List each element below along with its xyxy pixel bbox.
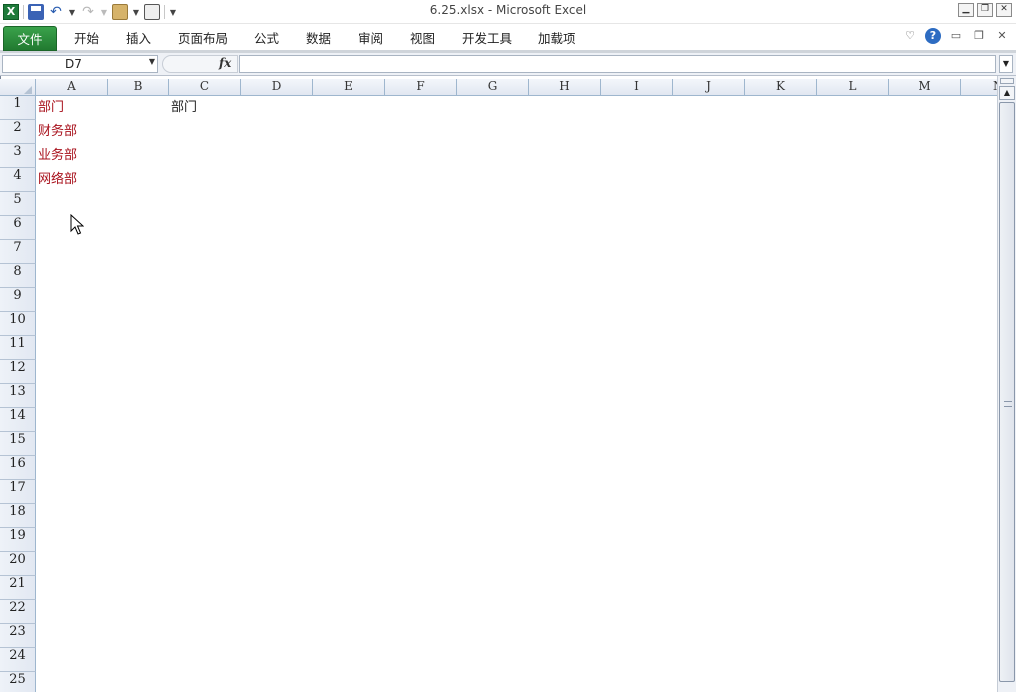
window-title: 6.25.xlsx - Microsoft Excel bbox=[429, 3, 587, 17]
window-controls: ▁ ❐ ✕ bbox=[958, 3, 1012, 17]
row-header[interactable]: 13 bbox=[0, 384, 36, 408]
tab-file[interactable]: 文件 bbox=[3, 26, 57, 51]
column-header-k[interactable]: K bbox=[745, 79, 817, 96]
row-header[interactable]: 23 bbox=[0, 624, 36, 648]
formula-input[interactable] bbox=[239, 55, 996, 73]
workbook-close-icon[interactable]: ✕ bbox=[994, 28, 1010, 44]
row-header[interactable]: 5 bbox=[0, 192, 36, 216]
name-box-dropdown-icon[interactable]: ▼ bbox=[149, 57, 155, 66]
scroll-up-icon[interactable]: ▲ bbox=[999, 86, 1015, 100]
tab-developer[interactable]: 开发工具 bbox=[456, 26, 518, 51]
tab-insert[interactable]: 插入 bbox=[120, 26, 157, 51]
cell-a3[interactable]: 业务部 bbox=[36, 144, 77, 168]
tab-view[interactable]: 视图 bbox=[404, 26, 441, 51]
column-header-d[interactable]: D bbox=[241, 79, 313, 96]
cell-a4[interactable]: 网络部 bbox=[36, 168, 77, 192]
column-header-c[interactable]: C bbox=[169, 79, 241, 96]
row-header[interactable]: 11 bbox=[0, 336, 36, 360]
column-header-e[interactable]: E bbox=[313, 79, 385, 96]
row-header[interactable]: 21 bbox=[0, 576, 36, 600]
split-box[interactable] bbox=[1000, 78, 1014, 84]
ribbon-right-controls: ♡ ? ▭ ❐ ✕ bbox=[902, 28, 1010, 44]
row-header[interactable]: 19 bbox=[0, 528, 36, 552]
tab-home[interactable]: 开始 bbox=[68, 26, 105, 51]
row-header[interactable]: 22 bbox=[0, 600, 36, 624]
tab-data[interactable]: 数据 bbox=[300, 26, 337, 51]
column-header-l[interactable]: L bbox=[817, 79, 889, 96]
column-header-j[interactable]: J bbox=[673, 79, 745, 96]
title-bar: X ↶ ▼ ↷ ▼ ▼ ▼ 6.25.xlsx - Microsoft Exce… bbox=[0, 0, 1016, 24]
cell-a2[interactable]: 财务部 bbox=[36, 120, 77, 144]
select-all-button[interactable] bbox=[0, 79, 36, 96]
row-header[interactable]: 20 bbox=[0, 552, 36, 576]
row-header[interactable]: 4 bbox=[0, 168, 36, 192]
worksheet-grid[interactable]: A B C D E F G H I J K L M N 1 2 3 4 5 6 … bbox=[0, 79, 997, 692]
row-header[interactable]: 12 bbox=[0, 360, 36, 384]
minimize-ribbon-icon[interactable]: ♡ bbox=[902, 28, 918, 44]
column-header-m[interactable]: M bbox=[889, 79, 961, 96]
name-box[interactable]: D7 ▼ bbox=[2, 55, 158, 73]
formula-bar: D7 ▼ fx ▼ bbox=[0, 53, 1016, 76]
row-header[interactable]: 14 bbox=[0, 408, 36, 432]
row-header[interactable]: 8 bbox=[0, 264, 36, 288]
column-header-i[interactable]: I bbox=[601, 79, 673, 96]
column-headers: A B C D E F G H I J K L M N bbox=[0, 79, 997, 96]
row-header[interactable]: 1 bbox=[0, 96, 36, 120]
help-icon[interactable]: ? bbox=[925, 28, 941, 44]
row-header[interactable]: 18 bbox=[0, 504, 36, 528]
mouse-pointer-icon bbox=[70, 214, 84, 235]
name-box-value: D7 bbox=[65, 57, 82, 71]
row-header[interactable]: 15 bbox=[0, 432, 36, 456]
row-header[interactable]: 16 bbox=[0, 456, 36, 480]
row-header[interactable]: 7 bbox=[0, 240, 36, 264]
row-header[interactable]: 6 bbox=[0, 216, 36, 240]
tab-formulas[interactable]: 公式 bbox=[248, 26, 285, 51]
column-header-g[interactable]: G bbox=[457, 79, 529, 96]
restore-icon[interactable]: ❐ bbox=[977, 3, 993, 17]
close-icon[interactable]: ✕ bbox=[996, 3, 1012, 17]
row-header[interactable]: 3 bbox=[0, 144, 36, 168]
row-header[interactable]: 2 bbox=[0, 120, 36, 144]
cell-c1[interactable]: 部门 bbox=[169, 96, 197, 120]
cell-a1[interactable]: 部门 bbox=[36, 96, 64, 120]
expand-formula-bar-icon[interactable]: ▼ bbox=[999, 55, 1013, 73]
column-header-n[interactable]: N bbox=[961, 79, 997, 96]
tab-page-layout[interactable]: 页面布局 bbox=[172, 26, 234, 51]
row-header[interactable]: 24 bbox=[0, 648, 36, 672]
thumb-grip-icon bbox=[1004, 401, 1012, 407]
tab-review[interactable]: 审阅 bbox=[352, 26, 389, 51]
row-header[interactable]: 10 bbox=[0, 312, 36, 336]
row-header[interactable]: 9 bbox=[0, 288, 36, 312]
vertical-scrollbar[interactable]: ▲ bbox=[997, 76, 1016, 692]
minimize-icon[interactable]: ▁ bbox=[958, 3, 974, 17]
workbook-restore-icon[interactable]: ❐ bbox=[971, 28, 987, 44]
insert-function-icon[interactable]: fx bbox=[219, 56, 231, 70]
column-header-a[interactable]: A bbox=[36, 79, 108, 96]
ribbon-tabs: 文件 开始 插入 页面布局 公式 数据 审阅 视图 开发工具 加载项 ♡ ? ▭… bbox=[0, 24, 1016, 53]
column-header-b[interactable]: B bbox=[108, 79, 169, 96]
row-header[interactable]: 17 bbox=[0, 480, 36, 504]
column-header-f[interactable]: F bbox=[385, 79, 457, 96]
tab-addins[interactable]: 加载项 bbox=[532, 26, 582, 51]
row-header[interactable]: 25 bbox=[0, 672, 36, 692]
workbook-minimize-icon[interactable]: ▭ bbox=[948, 28, 964, 44]
scroll-thumb[interactable] bbox=[999, 102, 1015, 682]
column-header-h[interactable]: H bbox=[529, 79, 601, 96]
